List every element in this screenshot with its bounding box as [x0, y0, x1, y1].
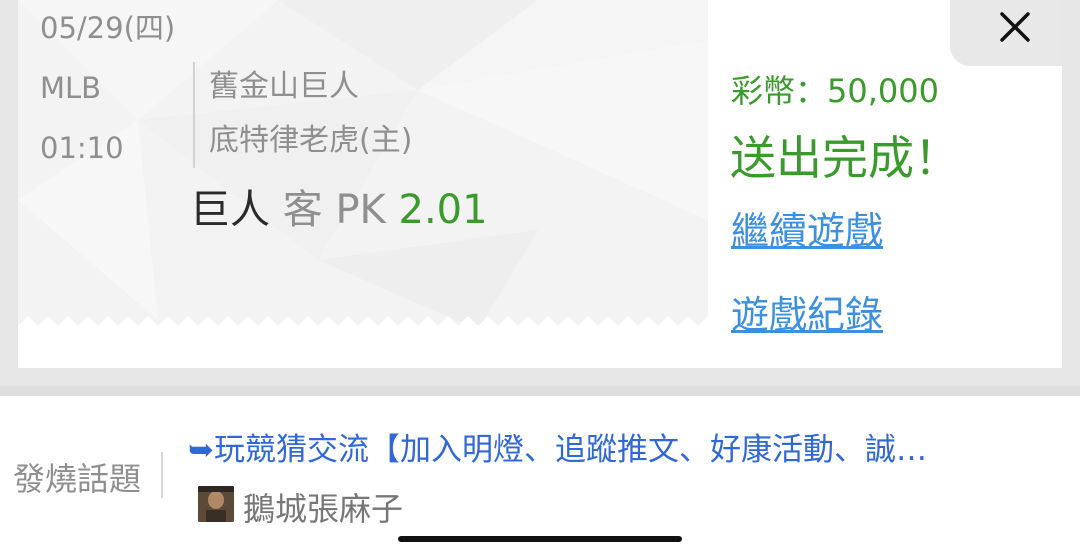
pick-type: PK — [335, 187, 386, 233]
section-separator — [0, 386, 1080, 396]
hot-topic-divider — [161, 452, 163, 498]
close-icon — [1000, 12, 1030, 42]
hot-topic-label: 發燒話題 — [13, 460, 142, 498]
pick-team: 巨人 — [190, 187, 270, 233]
game-history-link[interactable]: 遊戲紀錄 — [731, 284, 883, 339]
hot-topic-link[interactable]: ➥玩競猜交流【加入明燈、追蹤推文、好康活動、誠… — [188, 424, 1038, 469]
submit-success-message: 送出完成！ — [730, 131, 960, 185]
game-time: 01:10 — [40, 131, 124, 165]
author-name[interactable]: 鵝城張麻子 — [243, 484, 403, 530]
bet-ticket: 05/29(四) MLB 01:10 舊金山巨人 底特律老虎(主) 巨人 客 P… — [18, 0, 708, 340]
pick-summary: 巨人 客 PK 2.01 — [190, 190, 488, 230]
league-name: MLB — [40, 71, 102, 105]
hot-topic-section: 發燒話題 ➥玩競猜交流【加入明燈、追蹤推文、好康活動、誠… 鵝城張麻子 — [0, 396, 1080, 548]
home-team: 底特律老虎(主) — [209, 123, 413, 158]
game-date: 05/29(四) — [40, 11, 176, 45]
coins-amount: 彩幣：50,000 — [731, 72, 939, 110]
close-button[interactable] — [996, 8, 1034, 46]
home-indicator — [398, 536, 682, 542]
author-avatar — [198, 486, 234, 522]
continue-game-link[interactable]: 繼續遊戲 — [731, 200, 883, 255]
away-team: 舊金山巨人 — [209, 69, 359, 104]
ticket-divider — [193, 62, 195, 168]
pick-side: 客 — [282, 187, 323, 233]
pick-odds: 2.01 — [398, 187, 488, 233]
ticket-background — [18, 0, 708, 340]
